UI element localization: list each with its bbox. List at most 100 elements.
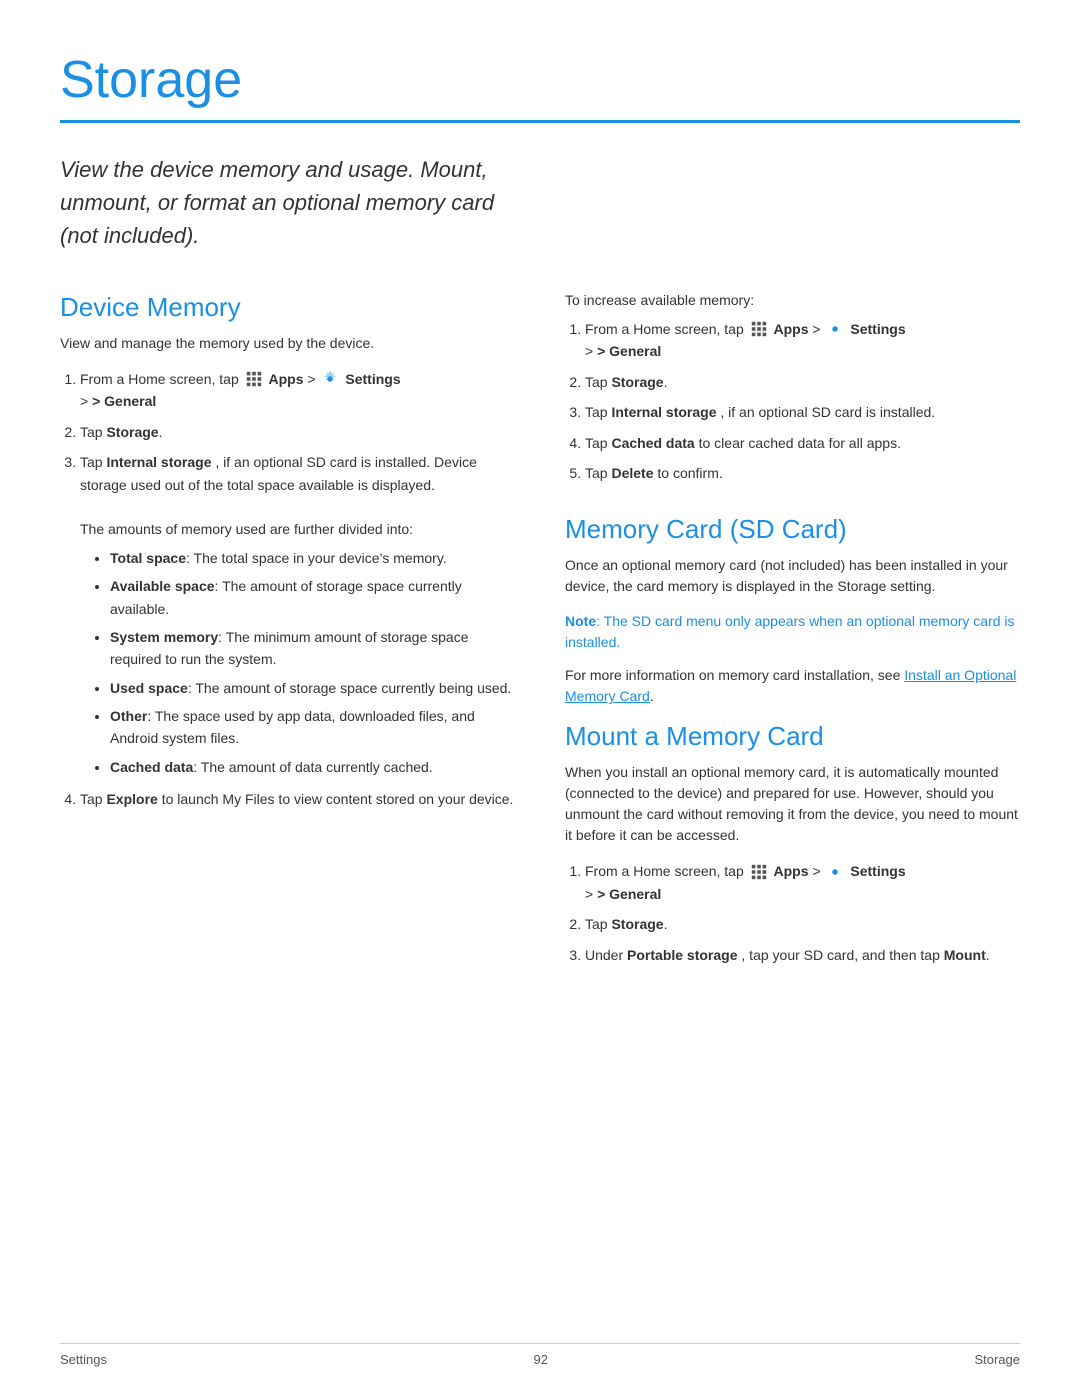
page-title: Storage <box>60 50 1020 110</box>
bullet-other: Other: The space used by app data, downl… <box>110 705 515 750</box>
increase-step3: Tap Internal storage , if an optional SD… <box>585 401 1020 423</box>
inc-step1-general: > General <box>597 343 661 359</box>
footer-right: Storage <box>974 1352 1020 1367</box>
mount-step3: Under Portable storage , tap your SD car… <box>585 944 1020 966</box>
bullet-available: Available space: The amount of storage s… <box>110 575 515 620</box>
inc-step5-suffix: to confirm. <box>657 465 722 481</box>
memory-card-title: Memory Card (SD Card) <box>565 514 1020 545</box>
step1-apps-label: Apps <box>269 371 304 387</box>
inc-step2-tap: Tap <box>585 374 608 390</box>
inc-step4-tap: Tap <box>585 435 608 451</box>
note-bold: Note <box>565 613 596 629</box>
step3b-text: The amounts of memory used are further d… <box>80 521 413 537</box>
settings-icon-3 <box>826 863 844 881</box>
increase-step1: From a Home screen, tap Apps > Settings … <box>585 318 1020 363</box>
apps-icon <box>245 370 263 388</box>
inc-step2-storage: Storage <box>611 374 663 390</box>
mount-step2-tap: Tap <box>585 916 608 932</box>
increase-step5: Tap Delete to confirm. <box>585 462 1020 484</box>
device-memory-step3: Tap Internal storage , if an optional SD… <box>80 451 515 778</box>
bullet-other-bold: Other <box>110 708 147 724</box>
mount-step2: Tap Storage. <box>585 913 1020 935</box>
inc-step3-suffix: , if an optional SD card is installed. <box>720 404 935 420</box>
bullet-system-bold: System memory <box>110 629 218 645</box>
memory-card-desc: Once an optional memory card (not includ… <box>565 555 1020 597</box>
mount-memory-card-desc: When you install an optional memory card… <box>565 762 1020 846</box>
step3-tap: Tap <box>80 454 103 470</box>
increase-step2: Tap Storage. <box>585 371 1020 393</box>
mount-step1-general: > General <box>597 886 661 902</box>
increase-memory-steps: From a Home screen, tap Apps > Settings … <box>565 318 1020 484</box>
inc-step3-tap: Tap <box>585 404 608 420</box>
mount-step2-storage: Storage <box>611 916 663 932</box>
storage-bullets: Total space: The total space in your dev… <box>80 547 515 779</box>
mount-memory-card-steps: From a Home screen, tap Apps > Settings … <box>565 860 1020 966</box>
device-memory-step2: Tap Storage. <box>80 421 515 443</box>
mount-step3-under: Under <box>585 947 623 963</box>
mount-step1: From a Home screen, tap Apps > Settings … <box>585 860 1020 905</box>
step2-text: Tap <box>80 424 103 440</box>
bullet-used-text: : The amount of storage space currently … <box>188 680 512 696</box>
inc-step1-prefix: From a Home screen, tap <box>585 321 744 337</box>
bullet-used: Used space: The amount of storage space … <box>110 677 515 699</box>
bullet-cached: Cached data: The amount of data currentl… <box>110 756 515 778</box>
bullet-system: System memory: The minimum amount of sto… <box>110 626 515 671</box>
left-column: Device Memory View and manage the memory… <box>60 292 515 980</box>
bullet-cached-text: : The amount of data currently cached. <box>193 759 432 775</box>
inc-step4-cached: Cached data <box>611 435 694 451</box>
more-info-text: For more information on memory card inst… <box>565 665 1020 707</box>
step3-internal-label: Internal storage <box>106 454 211 470</box>
step1-settings-label: Settings <box>345 371 400 387</box>
device-memory-steps: From a Home screen, tap Apps > Settings … <box>60 368 515 811</box>
mount-step3-mount: Mount <box>944 947 986 963</box>
mount-step1-settings: Settings <box>850 863 905 879</box>
bullet-other-text: : The space used by app data, downloaded… <box>110 708 475 746</box>
mount-step3-suffix: , tap your SD card, and then tap <box>741 947 939 963</box>
step4-tap: Tap <box>80 791 103 807</box>
title-divider <box>60 120 1020 123</box>
inc-step1-settings: Settings <box>850 321 905 337</box>
memory-card-section: Memory Card (SD Card) Once an optional m… <box>565 514 1020 966</box>
device-memory-desc: View and manage the memory used by the d… <box>60 333 515 354</box>
device-memory-step4: Tap Explore to launch My Files to view c… <box>80 788 515 810</box>
bullet-total-text: : The total space in your device’s memor… <box>186 550 447 566</box>
right-column: To increase available memory: From a Hom… <box>565 292 1020 980</box>
apps-icon-2 <box>750 320 768 338</box>
mount-step1-prefix: From a Home screen, tap <box>585 863 744 879</box>
step2-storage-label: Storage <box>106 424 158 440</box>
two-col-layout: Device Memory View and manage the memory… <box>60 292 1020 980</box>
bullet-used-bold: Used space <box>110 680 188 696</box>
footer-left: Settings <box>60 1352 107 1367</box>
mount-step3-portable: Portable storage <box>627 947 737 963</box>
bullet-cached-bold: Cached data <box>110 759 193 775</box>
bullet-available-bold: Available space <box>110 578 215 594</box>
inc-step4-suffix: to clear cached data for all apps. <box>699 435 901 451</box>
step4-explore-label: Explore <box>106 791 157 807</box>
step1-general-label: > General <box>92 393 156 409</box>
bullet-total: Total space: The total space in your dev… <box>110 547 515 569</box>
apps-icon-3 <box>750 863 768 881</box>
device-memory-title: Device Memory <box>60 292 515 323</box>
increase-memory-label: To increase available memory: <box>565 292 1020 308</box>
step4-suffix: to launch My Files to view content store… <box>162 791 514 807</box>
more-info-suffix: . <box>650 688 654 704</box>
note-text: : The SD card menu only appears when an … <box>565 613 1015 650</box>
page-footer: Settings 92 Storage <box>60 1343 1020 1367</box>
settings-icon-2 <box>826 320 844 338</box>
footer-page-number: 92 <box>533 1352 547 1367</box>
memory-card-note: Note: The SD card menu only appears when… <box>565 611 1020 653</box>
mount-step1-apps: Apps <box>774 863 809 879</box>
bullet-total-bold: Total space <box>110 550 186 566</box>
inc-step3-internal: Internal storage <box>611 404 716 420</box>
increase-step4: Tap Cached data to clear cached data for… <box>585 432 1020 454</box>
inc-step5-tap: Tap <box>585 465 608 481</box>
intro-text: View the device memory and usage. Mount,… <box>60 153 500 252</box>
inc-step5-delete: Delete <box>611 465 653 481</box>
more-info-prefix: For more information on memory card inst… <box>565 667 900 683</box>
settings-icon <box>321 370 339 388</box>
mount-memory-card-title: Mount a Memory Card <box>565 721 1020 752</box>
device-memory-step1: From a Home screen, tap Apps > Settings … <box>80 368 515 413</box>
increase-memory-section: To increase available memory: From a Hom… <box>565 292 1020 484</box>
step1-prefix: From a Home screen, tap <box>80 371 239 387</box>
inc-step1-apps: Apps <box>774 321 809 337</box>
